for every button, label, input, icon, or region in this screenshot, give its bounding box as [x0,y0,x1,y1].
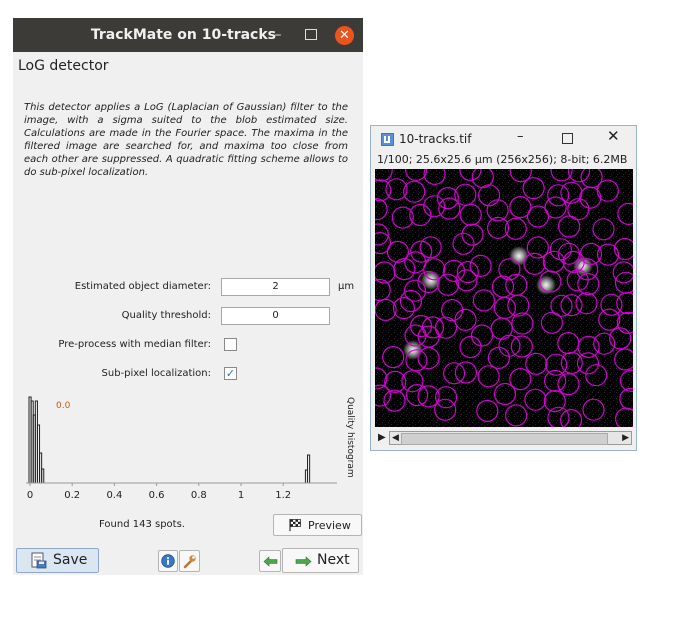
subpixel-checkbox[interactable]: ✓ [224,367,237,380]
image-canvas[interactable] [375,169,633,427]
histogram-bars [28,396,311,484]
bright-spot [535,274,557,296]
detector-description: This detector applies a LoG (Laplacian o… [24,102,348,178]
histogram-tick-label: 0.8 [191,490,207,501]
imagej-icon [381,133,394,146]
maximize-button[interactable] [305,29,317,40]
histogram-tick-label: 0.4 [106,490,122,501]
histogram-bar [41,468,45,484]
trackmate-window: TrackMate on 10-tracks – ✕ LoG detector … [13,18,363,575]
bright-spot [508,245,530,267]
info-icon [161,554,175,568]
found-spots-text: Found 143 spots. [99,519,185,530]
configure-button[interactable] [179,550,200,572]
save-button[interactable]: Save [16,548,99,573]
save-document-icon [31,552,47,569]
image-window: 10-tracks.tif – ✕ 1/100; 25.6x25.6 µm (2… [370,125,637,451]
save-label: Save [53,552,88,568]
next-button[interactable]: Next [282,548,359,573]
wrench-icon [183,555,196,569]
quality-input[interactable]: 0 [221,307,330,325]
diameter-input[interactable]: 2 [221,278,330,296]
close-button[interactable]: ✕ [335,26,354,45]
image-maximize-button[interactable] [562,133,573,144]
play-button[interactable]: ▶ [378,432,386,443]
trackmate-window-title: TrackMate on 10-tracks [90,27,276,43]
arrow-left-icon [263,556,278,567]
next-label: Next [317,552,350,568]
histogram-tick-label: 1.2 [275,490,291,501]
subpixel-label: Sub-pixel localization: [101,368,211,379]
quality-histogram: 0 0.2 0.4 0.6 0.8 1 1.2 0.0 Quality histogram [26,396,355,501]
preview-label: Preview [308,519,351,532]
detector-title: LoG detector [18,58,109,74]
image-close-button[interactable]: ✕ [607,127,620,145]
median-filter-label: Pre-process with median filter: [58,339,211,350]
back-button[interactable] [259,550,281,572]
scrollbar-thumb[interactable] [401,433,608,445]
image-info-text: 1/100; 25.6x25.6 µm (256x256); 8-bit; 6.… [377,153,628,166]
arrow-right-icon [295,556,312,567]
median-filter-checkbox[interactable] [224,338,237,351]
image-window-title: 10-tracks.tif [399,132,472,146]
diameter-label: Estimated object diameter: [74,281,211,292]
quality-label: Quality threshold: [121,310,211,321]
histogram-tick-label: 1 [238,490,244,501]
diameter-unit: µm [338,281,355,292]
histogram-side-label: Quality histogram [345,397,355,478]
image-minimize-button[interactable]: – [517,129,524,144]
scroll-left-arrow[interactable]: ◀ [392,432,399,444]
histogram-ticks: 0 0.2 0.4 0.6 0.8 1 1.2 [27,483,291,501]
histogram-tick-label: 0 [27,490,33,501]
histogram-bar [307,454,311,484]
preview-button[interactable]: Preview [273,514,362,536]
check-icon: ✓ [225,367,236,380]
minimize-button[interactable]: – [270,26,286,44]
scroll-right-arrow[interactable]: ▶ [622,432,629,444]
threshold-label: 0.0 [56,401,71,411]
trackmate-titlebar[interactable]: TrackMate on 10-tracks – ✕ [13,18,363,52]
checkered-flag-icon [289,519,301,531]
histogram-tick-label: 0.2 [64,490,80,501]
frame-scrollbar[interactable]: ◀ ▶ [389,431,632,445]
histogram-tick-label: 0.6 [149,490,165,501]
info-button[interactable] [158,550,178,572]
